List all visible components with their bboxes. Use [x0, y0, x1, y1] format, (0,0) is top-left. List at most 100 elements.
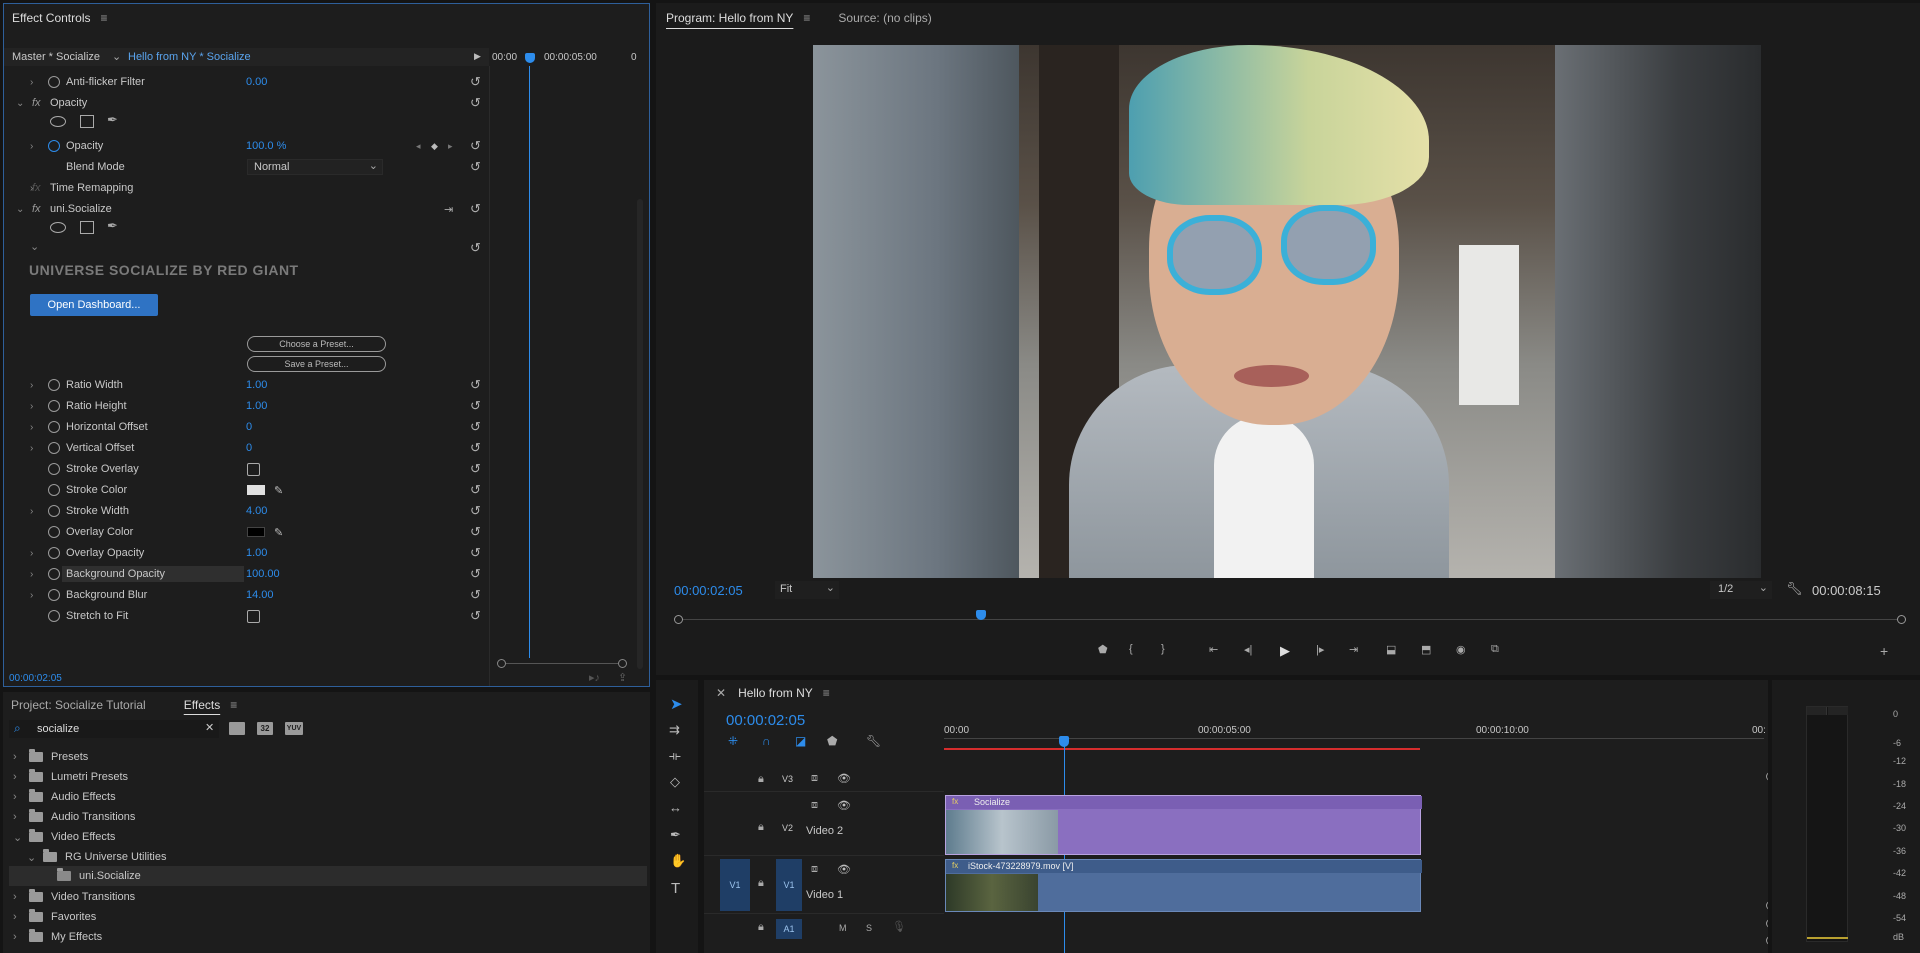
reset-icon[interactable]: ↺ [470, 138, 481, 154]
stopwatch-icon[interactable] [48, 421, 60, 433]
reset-icon[interactable]: ↺ [470, 419, 481, 435]
effects-folder-video-effects[interactable]: ⌄ Video Effects [13, 827, 115, 847]
effects-item-uni-socialize[interactable]: uni.Socialize [9, 866, 647, 886]
extract-icon[interactable]: ⬒ [1421, 643, 1431, 656]
stroke-color-swatch[interactable] [247, 485, 265, 495]
timeline-settings-icon[interactable]: 🔧︎ [866, 734, 881, 748]
stopwatch-icon[interactable] [48, 463, 60, 475]
wrench-icon[interactable]: 🔧︎ [1786, 581, 1803, 597]
sync-icon[interactable]: ⧈ [811, 863, 818, 876]
fx-icon[interactable]: fx [32, 182, 41, 194]
effects-folder-audio-effects[interactable]: › Audio Effects [13, 787, 116, 807]
effects-folder-favorites[interactable]: › Favorites [13, 907, 96, 927]
reset-icon[interactable]: ↺ [470, 377, 481, 393]
effects-folder-my-effects[interactable]: › My Effects [13, 927, 102, 947]
mark-out-icon[interactable]: } [1161, 643, 1165, 655]
reset-icon[interactable]: ↺ [470, 545, 481, 561]
reset-icon[interactable]: ↺ [470, 482, 481, 498]
play-only-icon[interactable]: ▶ [474, 51, 481, 62]
solo-button[interactable]: S [866, 923, 872, 933]
rectangle-mask-icon[interactable] [80, 115, 94, 128]
clip-label[interactable]: Hello from NY * Socialize [128, 51, 251, 63]
ec-scrollbar[interactable] [637, 199, 643, 669]
ec-playhead-icon[interactable] [525, 53, 535, 63]
mark-in-icon[interactable]: { [1129, 643, 1133, 655]
add-marker-icon[interactable]: ⬟ [827, 734, 837, 748]
stroke-overlay-checkbox[interactable] [247, 462, 260, 476]
program-video-frame[interactable] [813, 45, 1761, 578]
ec-current-time[interactable]: 00:00:02:05 [9, 673, 62, 684]
effects-folder-lumetri[interactable]: › Lumetri Presets [13, 767, 128, 787]
track-v3-label[interactable]: V3 [782, 774, 793, 784]
step-back-icon[interactable]: ◂| [1244, 643, 1252, 656]
fit-select[interactable]: Fit ⌄ [775, 581, 839, 599]
disclosure-open-icon[interactable]: ⌄ [16, 204, 24, 215]
background-blur-value[interactable]: 14.00 [246, 589, 274, 601]
stopwatch-icon[interactable] [48, 505, 60, 517]
lock-icon[interactable]: 🔒︎ [758, 877, 764, 890]
effects-search[interactable]: ⌕ socialize ✕ [9, 720, 219, 738]
anti-flicker-value[interactable]: 0.00 [246, 76, 267, 88]
play-icon[interactable]: ▶ [1280, 643, 1290, 659]
reset-icon[interactable]: ↺ [470, 587, 481, 603]
disclosure-icon[interactable]: › [30, 422, 33, 433]
panel-menu-icon[interactable]: ≡ [803, 11, 810, 25]
reset-icon[interactable]: ↺ [470, 74, 481, 90]
opacity-value[interactable]: 100.0 % [246, 140, 286, 152]
background-opacity-value[interactable]: 100.00 [246, 568, 280, 580]
fx-icon[interactable]: fx [32, 97, 41, 109]
sync-icon[interactable]: ⧈ [811, 799, 818, 812]
disclosure-open-icon[interactable]: ⌄ [30, 240, 39, 253]
hand-tool-icon[interactable]: ✋ [670, 853, 686, 869]
stopwatch-icon[interactable] [48, 379, 60, 391]
zoom-handle-left[interactable] [497, 659, 506, 668]
add-button-icon[interactable]: + [1880, 643, 1888, 659]
disclosure-icon[interactable]: › [30, 141, 33, 152]
v-scroll-handle-bottom[interactable] [1766, 901, 1768, 910]
stopwatch-icon[interactable] [48, 589, 60, 601]
lock-icon[interactable]: 🔒︎ [758, 773, 764, 786]
sync-icon[interactable]: ⧈ [811, 772, 818, 785]
stopwatch-icon[interactable] [48, 400, 60, 412]
disclosure-open-icon[interactable]: ⌄ [16, 98, 24, 109]
ratio-height-value[interactable]: 1.00 [246, 400, 267, 412]
reset-icon[interactable]: ↺ [470, 608, 481, 624]
go-to-out-icon[interactable]: ⇥ [1349, 643, 1358, 656]
reset-icon[interactable]: ↺ [470, 503, 481, 519]
ellipse-mask-icon[interactable] [50, 222, 66, 233]
horizontal-offset-value[interactable]: 0 [246, 421, 252, 433]
scrub-handle-right[interactable] [1897, 615, 1906, 624]
choose-preset-button[interactable]: Choose a Preset... [247, 336, 386, 352]
panel-menu-icon[interactable]: ≡ [823, 686, 830, 700]
video-clip[interactable]: fx iStock-473228979.mov [V] [945, 859, 1422, 912]
eye-icon[interactable]: 👁︎ [837, 772, 851, 785]
search-input[interactable]: socialize [37, 723, 79, 735]
reset-icon[interactable]: ↺ [470, 398, 481, 414]
pen-tool-icon[interactable]: ✒ [670, 827, 681, 843]
prev-keyframe-icon[interactable]: ◂ [416, 141, 421, 152]
disclosure-icon[interactable]: › [30, 380, 33, 391]
reset-icon[interactable]: ↺ [470, 440, 481, 456]
a-scroll-handle-bottom[interactable] [1766, 936, 1768, 945]
lock-icon[interactable]: 🔒︎ [758, 821, 764, 834]
disclosure-icon[interactable]: › [30, 548, 33, 559]
clear-search-icon[interactable]: ✕ [205, 721, 214, 734]
source-patch-v1[interactable]: V1 [720, 859, 750, 911]
monitor-scrubber[interactable] [674, 613, 1910, 625]
export-frame-icon[interactable]: ◉ [1456, 643, 1466, 656]
yuv-effects-icon[interactable]: YUV [285, 722, 303, 735]
add-marker-icon[interactable]: ⬟ [1098, 643, 1108, 656]
stopwatch-icon[interactable] [48, 442, 60, 454]
close-icon[interactable]: ✕ [716, 686, 726, 700]
reset-icon[interactable]: ↺ [470, 240, 481, 256]
linked-selection-icon[interactable]: ◪ [795, 734, 806, 748]
stopwatch-icon[interactable] [48, 140, 60, 152]
reset-icon[interactable]: ↺ [470, 566, 481, 582]
disclosure-icon[interactable]: › [30, 506, 33, 517]
stopwatch-icon[interactable] [48, 547, 60, 559]
razor-tool-icon[interactable]: ◇ [670, 774, 680, 790]
accelerated-effects-icon[interactable] [229, 722, 245, 735]
reset-icon[interactable]: ↺ [470, 524, 481, 540]
disclosure-icon[interactable]: › [30, 443, 33, 454]
timeline-tab[interactable]: Hello from NY [738, 686, 813, 700]
